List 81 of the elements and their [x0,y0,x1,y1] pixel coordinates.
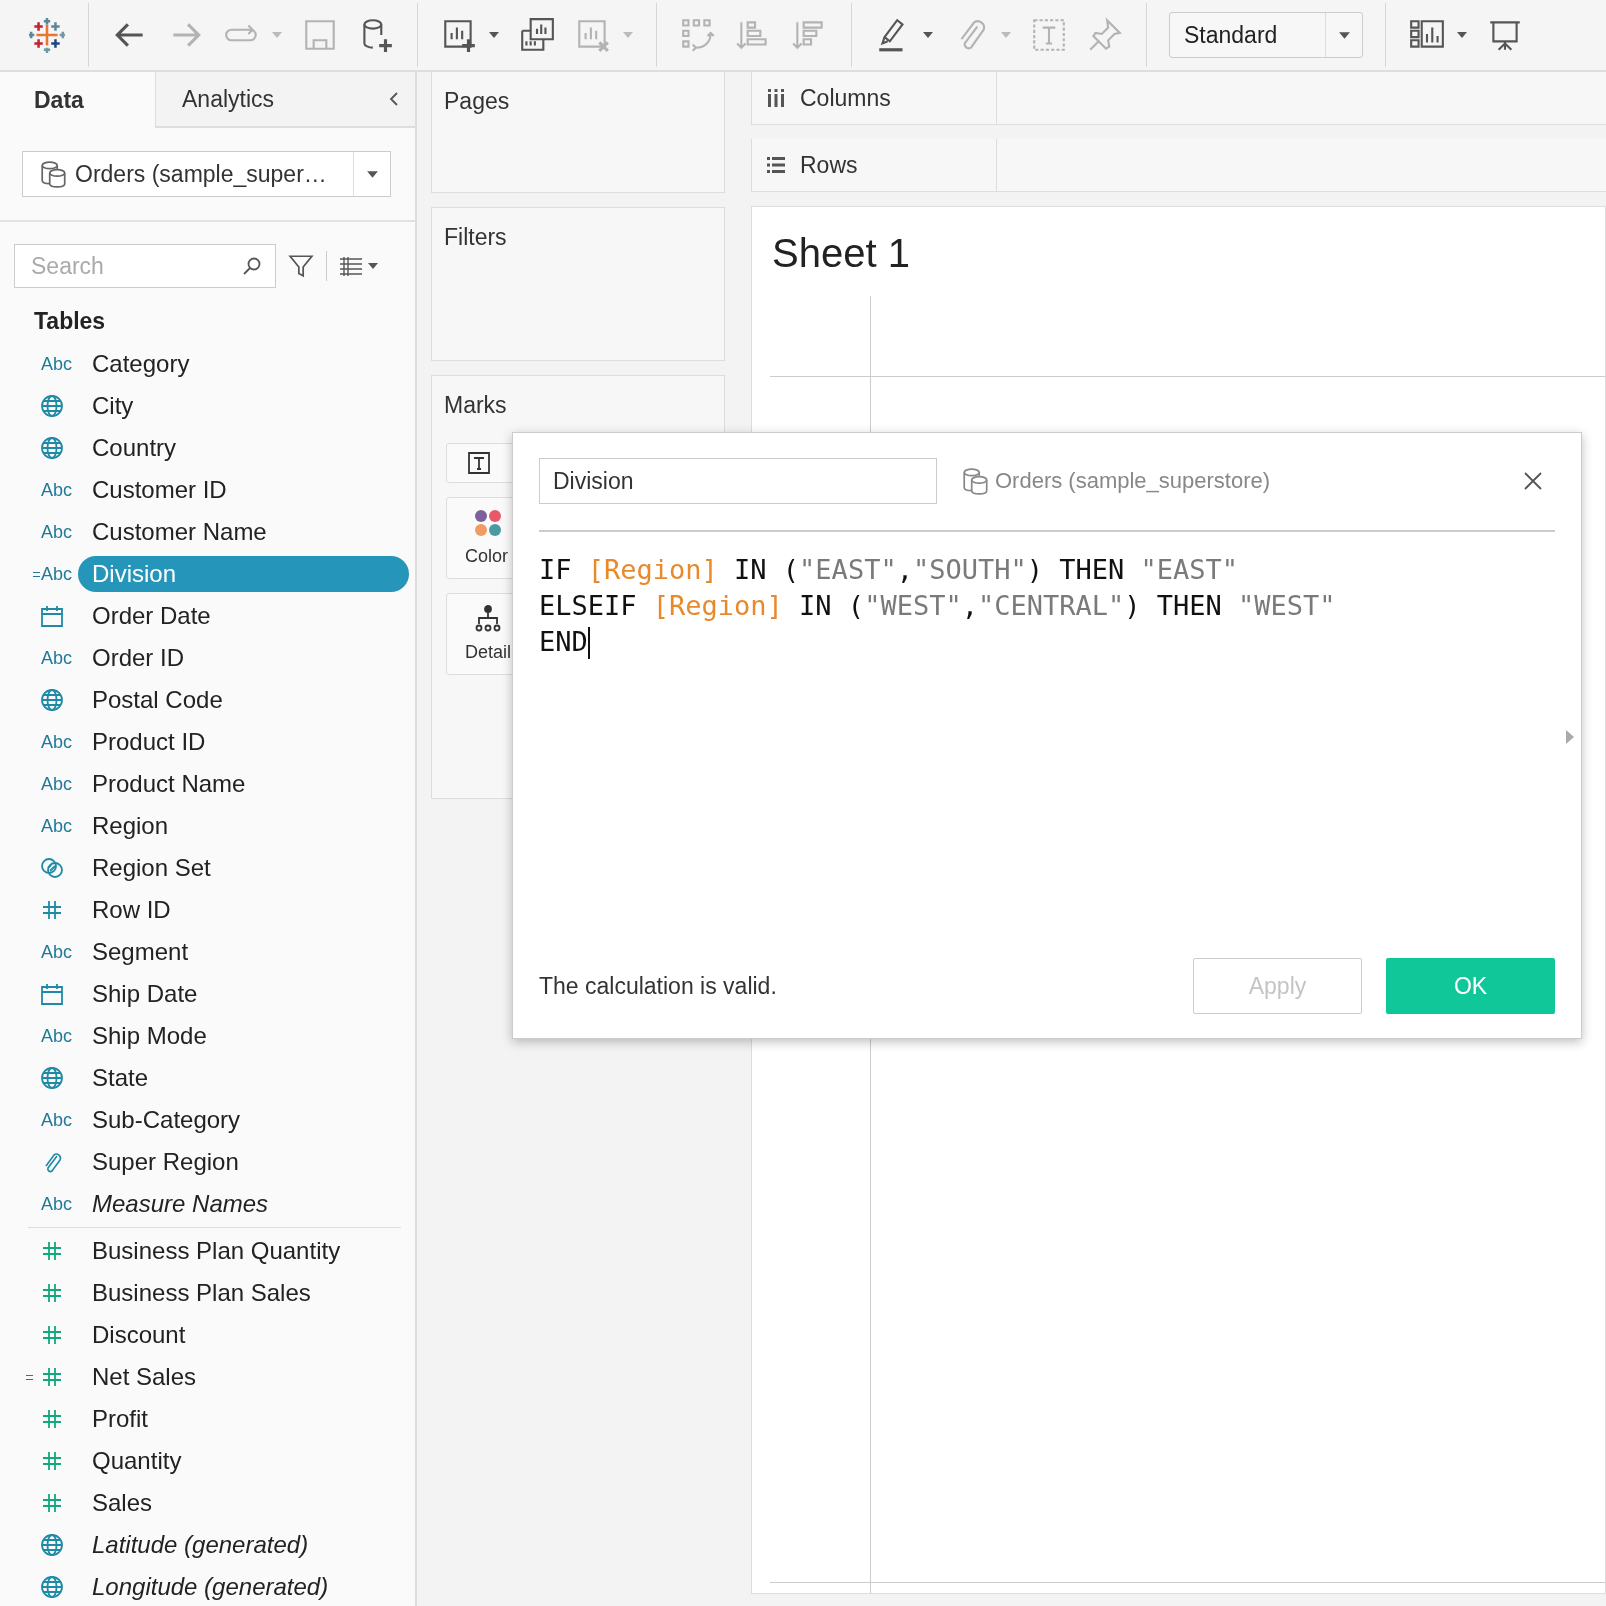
string-type-label: Abc [40,1109,72,1131]
caret-icon [365,169,379,179]
field-item[interactable]: Net Sales [78,1359,409,1395]
list-view-icon[interactable] [339,256,363,276]
color-dots-icon [473,508,503,538]
logo-icon[interactable] [28,16,66,54]
field-item[interactable]: Region [78,808,409,844]
hierarchy-icon [473,604,503,634]
field-item[interactable]: Quantity [78,1443,409,1479]
field-item[interactable]: Super Region [78,1144,409,1180]
field-item[interactable]: Business Plan Quantity [78,1233,409,1269]
text-icon [467,451,491,475]
section-heading: Tables [33,307,107,336]
field-item[interactable]: State [78,1060,409,1096]
field-item[interactable]: Measure Names [78,1186,409,1222]
field-item[interactable]: Business Plan Sales [78,1275,409,1311]
data-source-label: Orders (sample_superstore) [947,466,1271,496]
field-item[interactable]: Category [78,346,409,382]
field-item[interactable]: Discount [78,1317,409,1353]
field-item[interactable]: Customer ID [78,472,409,508]
field-item[interactable]: Sales [78,1485,409,1521]
caret-icon[interactable] [367,262,379,270]
field-item[interactable]: Ship Date [78,976,409,1012]
field-item[interactable]: Product Name [78,766,409,802]
field-item[interactable]: Longitude (generated) [78,1569,409,1605]
search-field[interactable]: Search [14,244,276,288]
code-line: END [539,624,590,660]
field-item[interactable]: Row ID [78,892,409,928]
duplicate-chart-icon[interactable] [518,16,556,54]
field-item[interactable]: Region Set [78,850,409,886]
close-icon[interactable] [1523,471,1543,491]
database-icon [39,159,69,189]
status-message: The calculation is valid. [539,972,777,1000]
database-icon [961,466,991,496]
shelf-label: Rows [800,151,858,179]
string-type-label: Abc [40,773,72,795]
string-type-label: Abc [40,941,72,963]
field-item[interactable]: Profit [78,1401,409,1437]
search-icon [242,256,262,276]
data-source-dropdown[interactable]: Orders (sample_super… [22,151,391,197]
caret-icon [1337,30,1351,40]
code-editor[interactable]: IF [Region] IN ("EAST","SOUTH") THEN "EAST" ELSEIF [Region] IN ("WEST","CENTRAL") THEN "WEST" END [539,551,1555,958]
card-title: Pages [443,87,511,116]
string-type-label: Abc [40,1025,72,1047]
field-item[interactable]: Customer Name [78,514,409,550]
field-item[interactable]: Ship Mode [78,1018,409,1054]
caret-icon[interactable] [1456,31,1468,39]
card-title: Filters [443,223,508,252]
rows-icon [766,155,786,175]
string-type-label: Abc [40,521,72,543]
code-line: IF [Region] IN ("EAST","SOUTH") THEN "EAST" [539,552,1239,587]
field-item[interactable]: Sub-Category [78,1102,409,1138]
string-type-label: Abc [32,563,72,585]
field-item[interactable]: Postal Code [78,682,409,718]
card-title: Marks [443,391,508,420]
pane-tab[interactable]: Analytics [155,72,310,128]
columns-icon [766,88,786,108]
caret-icon[interactable] [922,31,934,39]
sheet-title: Sheet 1 [771,230,911,276]
calculation-name-field[interactable]: Division [539,458,937,504]
field-item[interactable]: City [78,388,409,424]
field-item[interactable]: Segment [78,934,409,970]
field-item[interactable]: Order Date [78,598,409,634]
caret-icon[interactable] [488,31,500,39]
string-type-label: Abc [40,1193,72,1215]
field-item[interactable]: Order ID [78,640,409,676]
shelf-label: Columns [800,84,891,112]
string-type-label: Abc [40,731,72,753]
field-item[interactable]: Latitude (generated) [78,1527,409,1563]
string-type-label: Abc [40,647,72,669]
collapse-icon[interactable] [389,91,399,107]
string-type-label: Abc [40,479,72,501]
code-line: ELSEIF [Region] IN ("WEST","CENTRAL") THEN "WEST" [539,588,1336,623]
field-item[interactable]: Country [78,430,409,466]
columns-shelf[interactable]: Columns [751,72,1606,125]
rows-shelf[interactable]: Rows [751,139,1606,192]
view-size-dropdown[interactable]: Standard [1169,12,1363,58]
filter-icon[interactable] [288,253,314,279]
string-type-label: Abc [40,815,72,837]
field-item[interactable]: Product ID [78,724,409,760]
string-type-label: Abc [40,353,72,375]
